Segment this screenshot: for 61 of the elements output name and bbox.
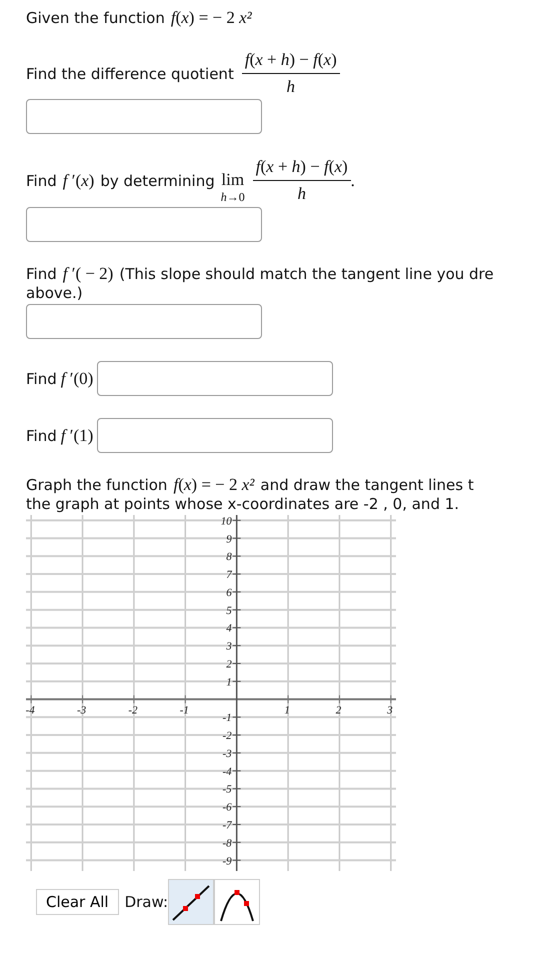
tick-label: 1: [226, 676, 232, 688]
tick-label: 7: [226, 569, 232, 582]
draw-label: Draw:: [124, 893, 168, 911]
tick-label: -3: [222, 748, 232, 760]
answer-field[interactable]: [26, 304, 262, 339]
formula: f ′(x): [62, 170, 94, 190]
tick-label: 8: [226, 551, 232, 564]
formula: f(x) = − 2 x²: [170, 8, 252, 28]
formula: f ′(1): [60, 426, 94, 446]
draw-tool-button[interactable]: [168, 879, 214, 925]
tick-label: 6: [226, 586, 232, 599]
prompt-text: Graph the function: [26, 476, 168, 494]
tick-label: 1: [284, 704, 290, 716]
draw-tool-button[interactable]: [214, 879, 260, 925]
prompt-text: the graph at points whose x-coordinates are -2 , 0, and 1.: [26, 495, 460, 513]
tick-label: -4: [222, 766, 232, 778]
tick-label: -9: [222, 855, 232, 868]
limit-operator: lim: [221, 170, 244, 190]
graph-grid[interactable]: [26, 515, 396, 871]
prompt-text: Find: [26, 370, 57, 388]
tick-label: -5: [222, 784, 232, 796]
numerator: f(x + h) − f(x): [254, 157, 349, 177]
formula: f(x) = − 2 x²: [173, 475, 254, 495]
answer-field[interactable]: [97, 418, 334, 453]
formula: f ′(0): [60, 368, 94, 388]
tick-label: 4: [226, 622, 232, 635]
prompt-text: Find: [26, 172, 57, 190]
prompt-text: by determining: [100, 172, 215, 190]
tick-label: -1: [180, 704, 189, 716]
tick-label: 10: [220, 515, 232, 528]
tick-label: -7: [222, 819, 232, 832]
answer-field[interactable]: [26, 207, 262, 242]
prompt-text: above.): [26, 284, 83, 302]
prompt-text: Find: [26, 265, 57, 283]
prompt-text: (This slope should match the tangent line you dre: [119, 265, 494, 283]
tick-label: 9: [226, 533, 232, 546]
denominator: h: [296, 184, 307, 204]
answer-field[interactable]: [97, 361, 334, 396]
clear-all-button[interactable]: Clear All: [36, 889, 119, 915]
tick-label: 5: [226, 604, 232, 617]
period: .: [350, 170, 355, 190]
limit-subscript: h→0: [220, 190, 245, 205]
tick-label: 3: [387, 704, 393, 716]
tick-label: 3: [226, 640, 232, 653]
prompt-text: Find the difference quotient: [26, 64, 234, 82]
tick-label: 2: [336, 704, 342, 716]
tick-label: -1: [222, 712, 232, 724]
answer-field[interactable]: [26, 99, 262, 134]
denominator: h: [286, 77, 296, 97]
tick-label: -2: [222, 730, 232, 742]
numerator: f(x + h) − f(x): [244, 50, 338, 70]
tick-label: -4: [26, 704, 35, 716]
prompt-text: Find: [26, 426, 57, 444]
prompt-text: Given the function: [26, 9, 165, 27]
tick-label: -8: [222, 837, 232, 850]
tick-label: -6: [222, 802, 232, 814]
prompt-text: and draw the tangent lines t: [260, 476, 474, 494]
tick-label: 2: [226, 658, 232, 670]
tick-label: -3: [76, 704, 86, 716]
formula: f ′( − 2): [62, 264, 114, 284]
tick-label: -2: [128, 704, 138, 716]
